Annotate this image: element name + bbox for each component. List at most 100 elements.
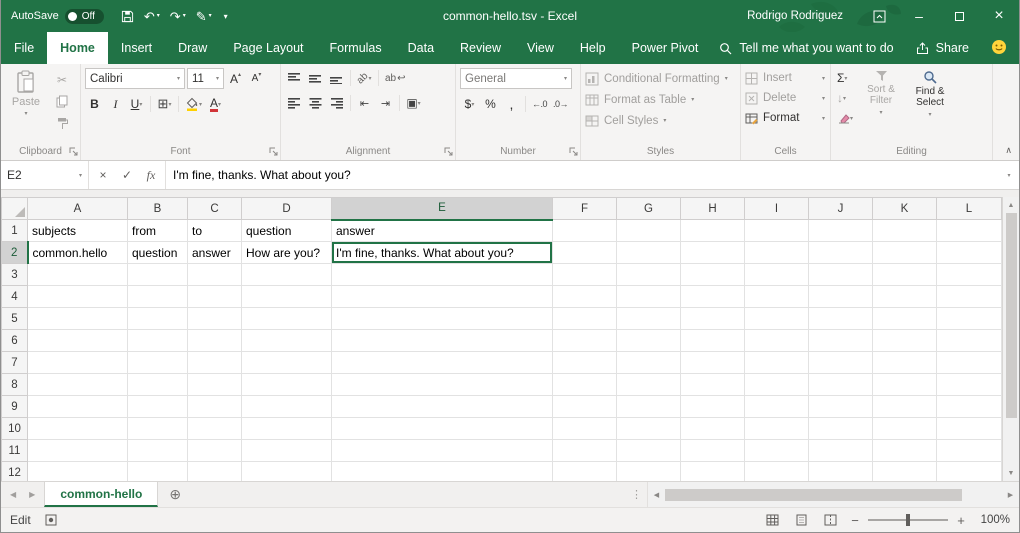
- cell-G11[interactable]: [617, 440, 681, 462]
- cell-A10[interactable]: [28, 418, 128, 440]
- cell-D8[interactable]: [242, 374, 332, 396]
- cell-F2[interactable]: [553, 242, 617, 264]
- paste-button[interactable]: Paste ▾: [5, 68, 47, 132]
- cell-B10[interactable]: [128, 418, 188, 440]
- cell-I2[interactable]: [745, 242, 809, 264]
- cell-L10[interactable]: [937, 418, 1002, 440]
- enter-button[interactable]: ✓: [115, 168, 139, 182]
- cell-L6[interactable]: [937, 330, 1002, 352]
- cell-D10[interactable]: [242, 418, 332, 440]
- cell-D1[interactable]: question: [242, 220, 332, 242]
- cut-button[interactable]: ✂: [52, 71, 72, 88]
- row-header-3[interactable]: 3: [2, 264, 28, 286]
- wrap-text-button[interactable]: ab↩: [383, 68, 408, 88]
- alignment-dialog-launcher[interactable]: [444, 147, 453, 156]
- cell-L3[interactable]: [937, 264, 1002, 286]
- column-header-G[interactable]: G: [617, 198, 681, 220]
- decrease-decimal-button[interactable]: .0→: [551, 94, 570, 114]
- undo-button[interactable]: ↶▾: [139, 7, 165, 26]
- cell-D2[interactable]: How are you?: [242, 242, 332, 264]
- cell-E3[interactable]: [332, 264, 553, 286]
- scroll-up-button[interactable]: ▲: [1003, 197, 1019, 213]
- ribbon-tab-file[interactable]: File: [1, 32, 47, 64]
- touch-mouse-mode-button[interactable]: ✎▾: [191, 7, 217, 26]
- user-name[interactable]: Rodrigo Rodriguez: [747, 10, 843, 22]
- cell-H6[interactable]: [681, 330, 745, 352]
- close-button[interactable]: ×: [979, 0, 1019, 32]
- ribbon-tab-review[interactable]: Review: [447, 32, 514, 64]
- cell-D4[interactable]: [242, 286, 332, 308]
- cell-G2[interactable]: [617, 242, 681, 264]
- format-as-table-button[interactable]: Format as Table ▾: [585, 89, 736, 110]
- increase-font-size-button[interactable]: A▴: [226, 69, 245, 89]
- sort-filter-button[interactable]: Sort & Filter ▾: [858, 68, 904, 127]
- cell-F5[interactable]: [553, 308, 617, 330]
- prev-sheet-button[interactable]: ◀: [10, 490, 16, 499]
- cell-G4[interactable]: [617, 286, 681, 308]
- cell-G8[interactable]: [617, 374, 681, 396]
- cell-I10[interactable]: [745, 418, 809, 440]
- cell-B12[interactable]: [128, 462, 188, 482]
- font-dialog-launcher[interactable]: [269, 147, 278, 156]
- column-header-D[interactable]: D: [242, 198, 332, 220]
- cell-L12[interactable]: [937, 462, 1002, 482]
- cell-E10[interactable]: [332, 418, 553, 440]
- cell-G5[interactable]: [617, 308, 681, 330]
- cell-I12[interactable]: [745, 462, 809, 482]
- cell-F8[interactable]: [553, 374, 617, 396]
- redo-button[interactable]: ↷▾: [165, 7, 191, 26]
- conditional-formatting-button[interactable]: Conditional Formatting ▾: [585, 68, 736, 89]
- cell-L11[interactable]: [937, 440, 1002, 462]
- font-size-select[interactable]: 11▾: [187, 68, 224, 89]
- cell-K7[interactable]: [873, 352, 937, 374]
- tab-scrollbar-splitter[interactable]: ⋮: [626, 482, 647, 507]
- cell-D3[interactable]: [242, 264, 332, 286]
- cell-B11[interactable]: [128, 440, 188, 462]
- scroll-left-button[interactable]: ◀: [648, 491, 665, 499]
- cell-L1[interactable]: [937, 220, 1002, 242]
- clipboard-dialog-launcher[interactable]: [69, 147, 78, 156]
- merge-center-button[interactable]: ▣▾: [404, 93, 423, 113]
- cell-B9[interactable]: [128, 396, 188, 418]
- cell-F7[interactable]: [553, 352, 617, 374]
- underline-button[interactable]: U▾: [127, 94, 146, 114]
- vertical-scrollbar-thumb[interactable]: [1006, 213, 1017, 418]
- cell-K8[interactable]: [873, 374, 937, 396]
- cell-F6[interactable]: [553, 330, 617, 352]
- ribbon-tab-draw[interactable]: Draw: [165, 32, 220, 64]
- maximize-button[interactable]: [939, 0, 979, 32]
- cell-I3[interactable]: [745, 264, 809, 286]
- cell-E4[interactable]: [332, 286, 553, 308]
- cell-J2[interactable]: [809, 242, 873, 264]
- cell-I9[interactable]: [745, 396, 809, 418]
- cell-styles-button[interactable]: Cell Styles ▾: [585, 110, 736, 131]
- row-header-1[interactable]: 1: [2, 220, 28, 242]
- column-header-L[interactable]: L: [937, 198, 1002, 220]
- cell-H1[interactable]: [681, 220, 745, 242]
- name-box[interactable]: E2 ▾: [1, 161, 89, 189]
- cell-C9[interactable]: [188, 396, 242, 418]
- font-name-select[interactable]: Calibri▾: [85, 68, 185, 89]
- increase-indent-button[interactable]: ⇥: [376, 93, 395, 113]
- delete-cells-button[interactable]: Delete ▾: [745, 88, 825, 108]
- align-right-button[interactable]: [327, 93, 346, 113]
- scroll-down-button[interactable]: ▼: [1003, 465, 1019, 481]
- feedback-smiley-button[interactable]: [991, 39, 1007, 58]
- cell-C3[interactable]: [188, 264, 242, 286]
- cell-C11[interactable]: [188, 440, 242, 462]
- cell-B4[interactable]: [128, 286, 188, 308]
- cell-E1[interactable]: answer: [332, 220, 553, 242]
- cancel-button[interactable]: ×: [91, 168, 115, 182]
- collapse-ribbon-button[interactable]: ∧: [1005, 145, 1012, 156]
- cell-D5[interactable]: [242, 308, 332, 330]
- cell-G3[interactable]: [617, 264, 681, 286]
- zoom-level[interactable]: 100%: [974, 514, 1010, 526]
- column-header-H[interactable]: H: [681, 198, 745, 220]
- expand-formula-bar-button[interactable]: ▾: [999, 161, 1019, 189]
- cell-L7[interactable]: [937, 352, 1002, 374]
- cell-B7[interactable]: [128, 352, 188, 374]
- cell-B8[interactable]: [128, 374, 188, 396]
- cell-G7[interactable]: [617, 352, 681, 374]
- ribbon-tab-power-pivot[interactable]: Power Pivot: [619, 32, 712, 64]
- cell-K5[interactable]: [873, 308, 937, 330]
